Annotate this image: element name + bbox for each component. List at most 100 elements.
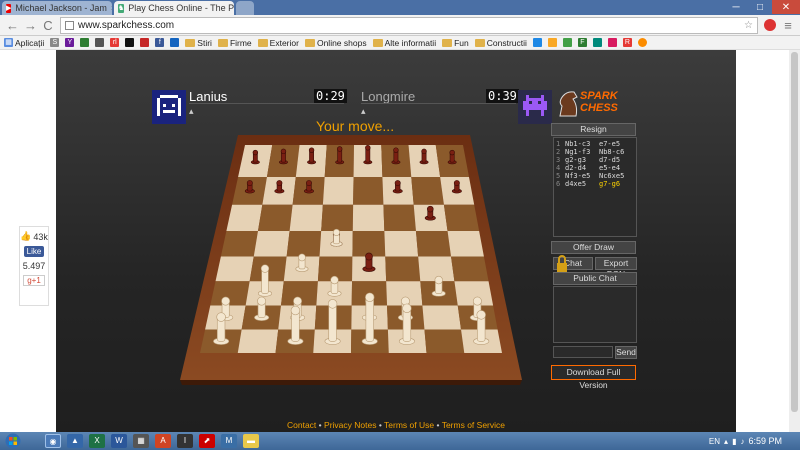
board-squares[interactable] <box>200 145 502 353</box>
maximize-button[interactable]: □ <box>748 0 772 14</box>
bookmark-folder-stiri[interactable]: Stiri <box>185 38 212 48</box>
board-square[interactable] <box>383 204 416 232</box>
send-button[interactable]: Send <box>615 346 637 359</box>
gplus-button[interactable]: g+1 <box>23 275 45 286</box>
bookmark-item[interactable] <box>125 38 135 47</box>
forward-button[interactable]: → <box>24 18 37 33</box>
offer-draw-button[interactable]: Offer Draw <box>551 241 636 254</box>
board-square[interactable] <box>411 177 444 205</box>
bookmark-item[interactable] <box>547 38 557 47</box>
bookmark-item[interactable] <box>95 38 105 47</box>
board-square[interactable] <box>286 231 322 257</box>
adblock-icon[interactable] <box>764 19 776 31</box>
bookmark-item[interactable] <box>607 38 617 47</box>
board-square[interactable] <box>415 231 452 257</box>
terms-of-service-link[interactable]: Terms of Service <box>442 420 505 430</box>
bookmark-item[interactable]: f <box>155 38 165 47</box>
back-button[interactable]: ← <box>6 18 19 33</box>
new-tab-button[interactable] <box>236 1 254 15</box>
board-square[interactable] <box>257 204 293 232</box>
bookmark-item[interactable] <box>140 38 150 47</box>
board-square[interactable] <box>447 231 484 257</box>
resign-button[interactable]: Resign <box>551 123 636 136</box>
bookmark-folder-exterior[interactable]: Exterior <box>257 38 299 48</box>
bookmark-folder-alte-informatii[interactable]: Alte informatii <box>372 38 436 48</box>
board-square[interactable] <box>322 177 354 205</box>
acrobat-icon[interactable]: ⬈ <box>199 434 215 448</box>
menu-icon[interactable]: ≡ <box>782 18 794 33</box>
bookmark-folder-online-shops[interactable]: Online shops <box>304 38 367 48</box>
bookmark-item[interactable]: S <box>50 38 60 47</box>
tab-youtube[interactable]: ▶ Michael Jackson - Jam × <box>2 1 112 15</box>
word-icon[interactable]: W <box>111 434 127 448</box>
tab-close-icon[interactable]: × <box>111 3 112 13</box>
board-square[interactable] <box>289 204 323 232</box>
board-square[interactable] <box>422 305 462 330</box>
board-square[interactable] <box>443 204 480 232</box>
bookmark-item[interactable]: Y <box>65 38 75 47</box>
language-indicator[interactable]: EN <box>709 437 720 446</box>
chat-input[interactable] <box>553 346 613 358</box>
bookmark-item[interactable] <box>637 38 647 47</box>
calculator-icon[interactable]: ▦ <box>133 434 149 448</box>
board-square[interactable] <box>226 204 263 232</box>
facebook-like-button[interactable]: Like <box>23 246 45 257</box>
network-icon[interactable]: ▮ <box>732 437 736 446</box>
export-pgn-button[interactable]: Export PGN <box>595 257 637 279</box>
board-square[interactable] <box>385 256 421 282</box>
taskbar-app-icon[interactable]: I <box>177 434 193 448</box>
bookmark-item[interactable] <box>562 38 572 47</box>
privacy-link[interactable]: Privacy Notes <box>324 420 376 430</box>
board-square[interactable] <box>321 204 354 232</box>
clock[interactable]: 6:59 PM <box>748 436 782 446</box>
start-button[interactable] <box>0 432 26 450</box>
chess-board[interactable] <box>150 125 550 385</box>
bookmark-item[interactable] <box>170 38 180 47</box>
board-square[interactable] <box>237 329 279 353</box>
board-square[interactable] <box>352 204 385 232</box>
board-square[interactable] <box>215 256 254 282</box>
explorer-folder-icon[interactable]: ▬ <box>243 434 259 448</box>
bookmark-folder-constructii[interactable]: Constructii <box>474 38 527 48</box>
public-chat-button[interactable]: Public Chat <box>553 272 637 285</box>
volume-icon[interactable]: ♪ <box>740 437 744 446</box>
taskbar-app-icon[interactable]: M <box>221 434 237 448</box>
address-bar[interactable]: www.sparkchess.com ☆ <box>60 16 758 34</box>
minimize-button[interactable]: ─ <box>724 0 748 14</box>
sparkchess-logo: SPARK CHESS <box>554 88 636 118</box>
bookmark-apps[interactable]: ▦ Aplicații <box>4 38 44 48</box>
contact-link[interactable]: Contact <box>287 420 316 430</box>
board-square[interactable] <box>451 256 489 282</box>
board-square[interactable] <box>352 231 386 257</box>
autocad-icon[interactable]: A <box>155 434 171 448</box>
taskbar-app-icon[interactable]: ▲ <box>67 434 83 448</box>
terms-of-use-link[interactable]: Terms of Use <box>384 420 434 430</box>
chrome-taskbar-icon[interactable]: ◉ <box>45 434 61 448</box>
close-window-button[interactable]: ✕ <box>772 0 800 14</box>
bookmark-item[interactable]: F <box>577 38 587 47</box>
scrollbar[interactable] <box>789 50 800 432</box>
bookmark-item[interactable]: rl <box>110 38 120 47</box>
tray-arrow-icon[interactable]: ▴ <box>724 437 728 446</box>
scrollbar-thumb[interactable] <box>791 52 798 412</box>
reload-button[interactable]: C <box>42 18 54 33</box>
board-square[interactable] <box>353 177 384 205</box>
bookmark-item[interactable]: R <box>622 38 632 47</box>
chat-log <box>553 286 637 343</box>
bookmark-item[interactable] <box>532 38 542 47</box>
bookmarks-bar: ▦ Aplicații S Y rl f Stiri Firme Exterior… <box>0 36 800 50</box>
board-square[interactable] <box>220 231 258 257</box>
social-widget: 👍 43k Like 5.497 g+1 <box>19 226 49 306</box>
bookmark-item[interactable] <box>80 38 90 47</box>
bookmark-folder-firme[interactable]: Firme <box>217 38 252 48</box>
star-icon[interactable]: ☆ <box>744 20 753 31</box>
bookmark-folder-fun[interactable]: Fun <box>442 38 469 48</box>
excel-icon[interactable]: X <box>89 434 105 448</box>
bookmark-item[interactable] <box>592 38 602 47</box>
board-square[interactable] <box>384 231 419 257</box>
tab-sparkchess[interactable]: ♞ Play Chess Online - The P × <box>114 1 234 15</box>
download-full-version-button[interactable]: Download Full Version <box>551 365 636 390</box>
board-square[interactable] <box>424 329 465 353</box>
board-square[interactable] <box>253 231 290 257</box>
taskbar: ◉ ▲ X W ▦ A I ⬈ M ▬ EN ▴ ▮ ♪ 6:59 PM <box>0 432 800 450</box>
